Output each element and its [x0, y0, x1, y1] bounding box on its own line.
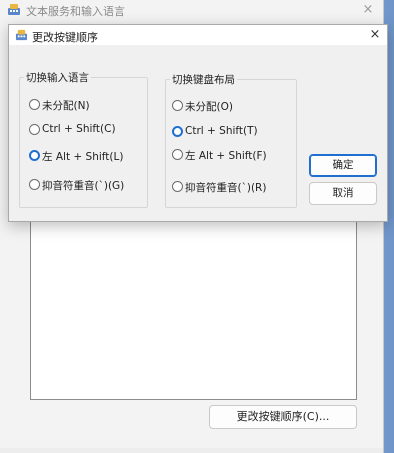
radio-label: 左 Alt + Shift(F) [185, 150, 267, 162]
keyboard-app-icon [15, 29, 28, 41]
radio-indicator [172, 149, 183, 160]
installed-services-list[interactable] [30, 220, 357, 400]
text-services-close-icon[interactable]: × [359, 1, 377, 19]
dialog-close-icon[interactable]: × [365, 26, 385, 44]
radio-indicator [172, 181, 183, 192]
radio-label: 抑音符重音(`)(R) [185, 182, 267, 194]
cancel-button[interactable]: 取消 [309, 182, 377, 205]
radio-indicator [29, 124, 40, 135]
radio-indicator-checked [29, 150, 40, 161]
switch-input-language-legend: 切换输入语言 [26, 72, 89, 84]
change-key-sequence-dialog: 更改按键顺序 × 切换输入语言 未分配(N) Ctrl + Shift(C) 左… [8, 24, 388, 222]
window-bottom-strip [0, 448, 383, 453]
radio-indicator [172, 100, 183, 111]
radio-label: 左 Alt + Shift(L) [42, 151, 124, 163]
radio-label: 抑音符重音(`)(G) [42, 180, 125, 192]
dialog-title: 更改按键顺序 [32, 31, 98, 44]
radio-indicator [29, 99, 40, 110]
radio-label: Ctrl + Shift(C) [42, 123, 116, 135]
radio-label: 未分配(O) [185, 101, 233, 113]
text-services-titlebar: 文本服务和输入语言 × [0, 0, 383, 20]
ok-button[interactable]: 确定 [309, 154, 377, 177]
radio-indicator [29, 179, 40, 190]
radio-indicator-checked [172, 126, 183, 137]
keyboard-app-icon [8, 4, 20, 15]
switch-keyboard-layout-legend: 切换键盘布局 [172, 74, 235, 86]
text-services-title: 文本服务和输入语言 [26, 5, 125, 18]
radio-label: 未分配(N) [42, 100, 90, 112]
radio-label: Ctrl + Shift(T) [185, 125, 258, 137]
dialog-titlebar: 更改按键顺序 × [9, 25, 387, 45]
change-key-sequence-button[interactable]: 更改按键顺序(C)... [209, 405, 357, 429]
